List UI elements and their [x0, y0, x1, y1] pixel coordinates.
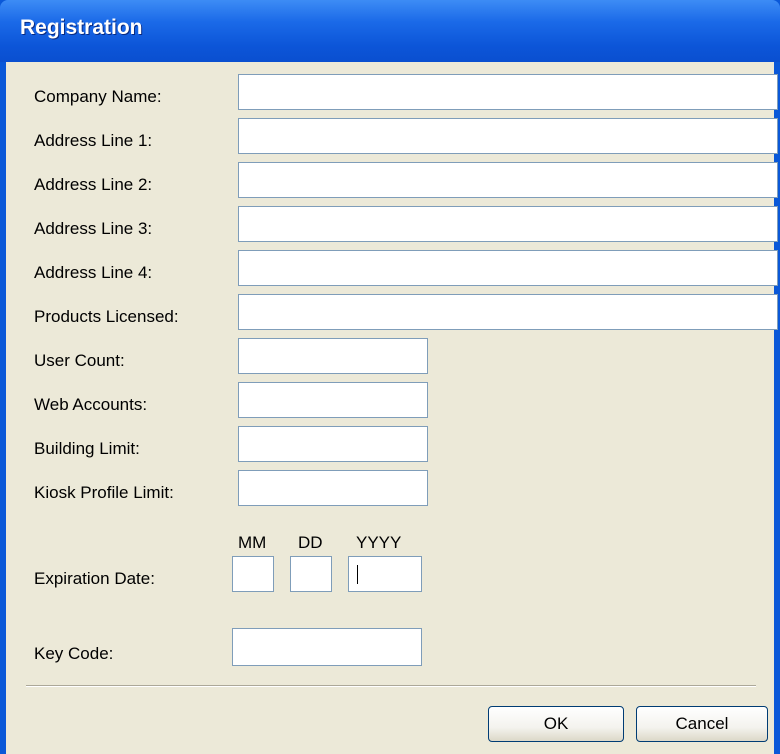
user-count-label: User Count:: [34, 351, 125, 370]
web-accounts-label: Web Accounts:: [34, 395, 148, 414]
key-code-input[interactable]: [232, 628, 422, 666]
address-line-3-input[interactable]: [238, 206, 778, 242]
address-line-4-input[interactable]: [238, 250, 778, 286]
button-separator: [26, 685, 756, 687]
expiration-date-label: Expiration Date:: [34, 569, 155, 588]
products-licensed-input[interactable]: [238, 294, 778, 330]
building-limit-label: Building Limit:: [34, 439, 140, 458]
dialog-title: Registration: [20, 16, 143, 39]
company-name-label: Company Name:: [34, 87, 162, 106]
address-line-2-label: Address Line 2:: [34, 175, 153, 194]
products-licensed-label: Products Licensed:: [34, 307, 179, 326]
kiosk-profile-limit-input[interactable]: [238, 470, 428, 506]
web-accounts-input[interactable]: [238, 382, 428, 418]
kiosk-profile-limit-label: Kiosk Profile Limit:: [34, 483, 174, 502]
building-limit-input[interactable]: [238, 426, 428, 462]
ok-button[interactable]: OK: [488, 706, 624, 742]
expiration-day-input[interactable]: [290, 556, 332, 592]
title-bar[interactable]: Registration: [0, 0, 780, 62]
address-line-2-input[interactable]: [238, 162, 778, 198]
address-line-4-label: Address Line 4:: [34, 263, 153, 282]
expiration-month-input[interactable]: [232, 556, 274, 592]
expiration-year-input[interactable]: [348, 556, 422, 592]
address-line-3-label: Address Line 3:: [34, 219, 153, 238]
day-header: DD: [298, 533, 323, 552]
company-name-input[interactable]: [238, 74, 778, 110]
text-cursor: [357, 565, 358, 584]
cancel-button[interactable]: Cancel: [636, 706, 768, 742]
registration-dialog: Registration Company Name: Address Line …: [0, 0, 780, 754]
user-count-input[interactable]: [238, 338, 428, 374]
month-header: MM: [238, 533, 267, 552]
year-header: YYYY: [356, 533, 402, 552]
address-line-1-label: Address Line 1:: [34, 131, 153, 150]
address-line-1-input[interactable]: [238, 118, 778, 154]
dialog-body: Company Name: Address Line 1: Address Li…: [6, 62, 778, 754]
key-code-label: Key Code:: [34, 644, 114, 663]
